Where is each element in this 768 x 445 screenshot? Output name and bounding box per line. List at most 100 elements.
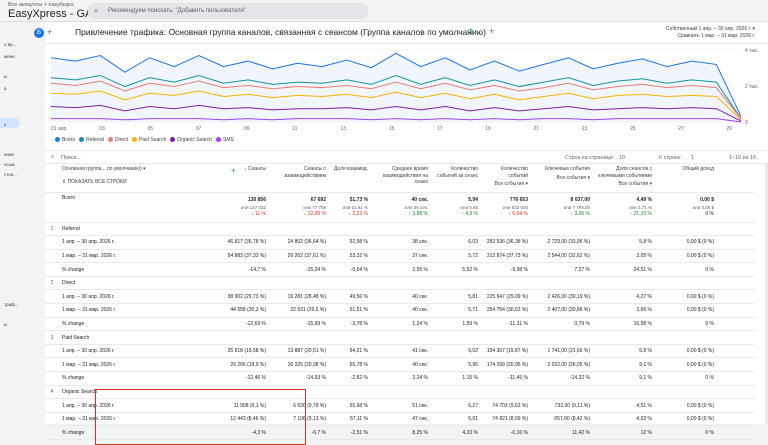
empty-cell bbox=[655, 276, 717, 291]
total-value: 4,49 % или 3,71 % ↑ 21,15 % bbox=[593, 192, 655, 223]
table-row: 1 мар. – 31 мар. 2026 г. 44 558 (30,3 %) 2… bbox=[45, 303, 755, 318]
row-index bbox=[45, 371, 59, 386]
metric-header[interactable]: ↓ Сеансы bbox=[209, 164, 269, 193]
legend-item[interactable]: Organic Search bbox=[166, 137, 212, 143]
metric-value: 2 426,00 (30,19 %) bbox=[531, 289, 593, 305]
metric-value: 2 407,00 (30,86 %) bbox=[531, 303, 593, 318]
compare-badge[interactable]: B bbox=[34, 28, 44, 38]
event-filter-select[interactable]: Все события ▾ bbox=[534, 175, 591, 182]
legend-item[interactable]: Direct bbox=[104, 137, 128, 143]
metric-value: -15,24 % bbox=[269, 262, 329, 277]
metric-header[interactable]: Общий доход bbox=[655, 164, 717, 193]
nav-item[interactable]: к bbox=[4, 122, 6, 127]
add-icon[interactable]: + bbox=[489, 26, 494, 36]
goto-input[interactable]: 1 bbox=[691, 155, 694, 161]
legend-item[interactable]: Paid Search bbox=[128, 137, 166, 143]
total-value: 0,00 $ или 0,00 $0 % bbox=[655, 192, 717, 223]
row-label: 1 апр. – 30 апр. 2026 г. bbox=[59, 289, 209, 305]
compare-range: Сравнить 1 мар. – 31 мар. 2026 г. bbox=[677, 33, 755, 39]
empty-cell bbox=[371, 222, 431, 237]
series-area bbox=[51, 53, 741, 123]
metric-header[interactable]: Доля взаимод. bbox=[329, 164, 371, 193]
metric-value: 5,72 bbox=[431, 249, 481, 264]
event-filter-select[interactable]: Все события ▾ bbox=[596, 181, 653, 188]
empty-cell bbox=[431, 330, 481, 345]
metric-value: -6,7 % bbox=[269, 425, 329, 440]
channel-name[interactable]: Paid Search bbox=[59, 330, 209, 345]
metric-header[interactable]: Доля сеансов с ключевыми событиями Все со… bbox=[593, 164, 655, 193]
nav-item[interactable]: ение bbox=[4, 152, 14, 157]
table-row: 1 мар. – 31 мар. 2026 г. 29 266 (19,9 %) 1… bbox=[45, 357, 755, 373]
event-filter-select[interactable]: Все события ▾ bbox=[484, 181, 529, 188]
dimension-select[interactable]: Основная группа... по умолчанию) ▾ bbox=[62, 166, 206, 173]
metric-header[interactable]: Среднее время взаимодействия на сеанс bbox=[371, 164, 431, 193]
spacer bbox=[717, 249, 755, 264]
table-row: 1 апр. – 30 апр. 2026 г. 38 902 (29,73 %)… bbox=[45, 289, 755, 305]
metric-header[interactable]: Количество событий Все события ▾ bbox=[481, 164, 531, 193]
check-icon: ⊘ bbox=[467, 27, 474, 36]
metric-value: 24,51 % bbox=[593, 262, 655, 277]
channel-name[interactable]: Direct bbox=[59, 276, 209, 291]
metric-value: 12 % bbox=[593, 425, 655, 440]
row-index-header bbox=[45, 164, 59, 193]
nav-item[interactable]: о вр... bbox=[4, 42, 16, 47]
nav-item[interactable]: мени bbox=[4, 54, 15, 59]
goto-label: К строке bbox=[659, 155, 681, 161]
metric-value: -0,64 % bbox=[329, 262, 371, 277]
empty-cell bbox=[655, 222, 717, 237]
metric-value: 13 887 (20,51 %) bbox=[269, 344, 329, 359]
metric-header[interactable]: Сеансы с взаимодействием bbox=[269, 164, 329, 193]
empty-cell bbox=[531, 385, 593, 400]
legend-item[interactable]: SMS bbox=[212, 137, 234, 143]
legend-swatch bbox=[107, 137, 113, 143]
nav-item[interactable]: траф... bbox=[4, 302, 19, 307]
add-comparison-icon[interactable]: + bbox=[47, 27, 52, 37]
metric-value: 1,15 % bbox=[431, 371, 481, 386]
legend-item[interactable]: Всего bbox=[51, 137, 75, 143]
nav-item[interactable]: нсыи bbox=[4, 162, 14, 167]
dimension-header[interactable]: Основная группа... по умолчанию) ▾ ⇕ ПОКА… bbox=[59, 164, 236, 193]
nav-item[interactable]: а bbox=[4, 86, 7, 91]
channel-name[interactable]: Referral bbox=[59, 222, 209, 237]
metric-header[interactable]: Количество событий за сеанс bbox=[431, 164, 481, 193]
spacer bbox=[717, 235, 755, 250]
group-header-row[interactable]: 3 Paid Search bbox=[45, 330, 755, 345]
spacer bbox=[717, 289, 755, 305]
metric-value: -12,46 % bbox=[209, 371, 269, 386]
line-chart: 4 тыс. 2 тыс. 0 01 апр. 03 05 07 09 11 13 15 17 19 21… bbox=[50, 48, 759, 132]
legend-label: Всего bbox=[62, 137, 76, 143]
property-title[interactable]: EasyXpress - GA4 bbox=[8, 8, 98, 20]
show-all-rows-button[interactable]: ⇕ ПОКАЗАТЬ ВСЕ СТРОКИ bbox=[62, 179, 206, 186]
group-header-row[interactable]: 2 Direct bbox=[45, 276, 755, 291]
metric-value: 40 сек. bbox=[371, 303, 431, 318]
spacer bbox=[717, 303, 755, 318]
empty-cell bbox=[531, 276, 593, 291]
total-value: 67 692 или 77 798 ↓ 12,99 % bbox=[269, 192, 329, 223]
group-header-row[interactable]: 1 Referral bbox=[45, 222, 755, 237]
metric-value: -12,69 % bbox=[209, 317, 269, 332]
search-input[interactable]: ⌕ Рекомендуем поискать: "Добавить пользов… bbox=[88, 3, 368, 19]
legend-item[interactable]: Referral bbox=[75, 137, 104, 143]
table-search-input[interactable]: Поиск... bbox=[61, 155, 81, 161]
empty-cell bbox=[655, 385, 717, 400]
rows-per-page-select[interactable]: 10 bbox=[619, 155, 625, 161]
row-index: 4 bbox=[45, 385, 59, 400]
nav-item[interactable]: ы bbox=[4, 74, 7, 79]
nav-item[interactable]: стон... bbox=[4, 172, 17, 177]
legend-swatch bbox=[131, 137, 137, 143]
table-toolbar: ⌕ Поиск... Строк на странице: 10 К строк… bbox=[45, 150, 768, 164]
nav-item[interactable]: ы bbox=[4, 322, 7, 327]
empty-cell bbox=[593, 276, 655, 291]
rows-per-page-label: Строк на странице: bbox=[565, 155, 615, 161]
legend-swatch bbox=[215, 137, 221, 143]
metric-header[interactable]: Ключевые события Все события ▾ bbox=[531, 164, 593, 193]
date-range-picker[interactable]: Собственный 1 апр. – 30 апр. 2026 г. ▾ С… bbox=[655, 26, 755, 40]
channel-name[interactable]: Organic Search bbox=[59, 385, 209, 400]
group-header-row[interactable]: 4 Organic Search bbox=[45, 385, 755, 400]
metric-value: 38 сек. bbox=[371, 235, 431, 250]
x-tick-label: 25 bbox=[630, 126, 636, 132]
metric-value: 54 883 (37,33 %) bbox=[209, 249, 269, 264]
table-row: 1 мар. – 31 мар. 2026 г. 54 883 (37,33 %)… bbox=[45, 249, 755, 264]
empty-cell bbox=[717, 385, 755, 400]
row-label: % change bbox=[59, 262, 209, 277]
